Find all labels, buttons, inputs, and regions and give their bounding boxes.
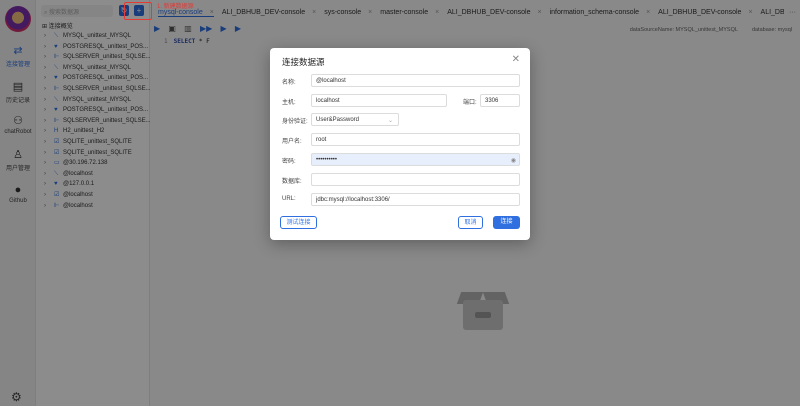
eye-icon[interactable]: ◉ xyxy=(511,157,516,164)
auth-label: 身份验证: xyxy=(282,119,308,125)
connect-button[interactable]: 连接 xyxy=(493,216,520,229)
port-label: 端口: xyxy=(463,100,477,106)
connect-datasource-dialog: 连接数据源 ✕ 名称: @localhost 主机: localhost 端口:… xyxy=(270,48,530,240)
host-field[interactable]: localhost xyxy=(311,94,447,107)
dialog-title: 连接数据源 xyxy=(282,57,325,67)
username-field[interactable]: root xyxy=(311,133,520,146)
user-label: 用户名: xyxy=(282,139,302,145)
name-field[interactable]: @localhost xyxy=(311,74,520,87)
url-field[interactable]: jdbc:mysql://localhost:3306/ xyxy=(311,193,520,206)
close-icon[interactable]: ✕ xyxy=(512,54,520,65)
chevron-down-icon: ⌄ xyxy=(387,118,393,124)
password-label: 密码: xyxy=(282,159,296,165)
auth-select[interactable]: User&Password ⌄ xyxy=(311,113,399,126)
url-label: URL: xyxy=(282,196,296,202)
annotation-highlight xyxy=(124,2,152,20)
password-field[interactable]: •••••••••• ◉ xyxy=(311,153,520,166)
annotation-note: 1. 新建数据源 xyxy=(157,4,194,10)
database-field[interactable] xyxy=(311,173,520,186)
database-label: 数据库: xyxy=(282,179,302,185)
test-connection-button[interactable]: 测试连接 xyxy=(280,216,317,229)
name-label: 名称: xyxy=(282,80,296,86)
port-field[interactable]: 3306 xyxy=(480,94,520,107)
cancel-button[interactable]: 取消 xyxy=(458,216,483,229)
host-label: 主机: xyxy=(282,100,296,106)
